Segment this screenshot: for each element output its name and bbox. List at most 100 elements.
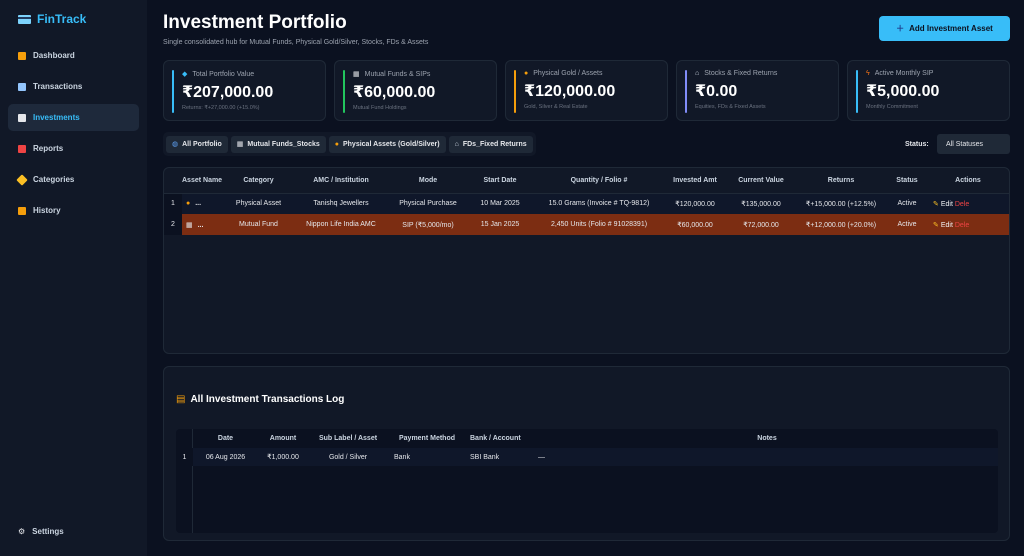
card-accent (685, 70, 687, 113)
card-label: Total Portfolio Value (192, 70, 255, 78)
column-header-date[interactable]: Date (193, 429, 258, 448)
row-index: 1 (164, 193, 182, 214)
tab-physical-assets[interactable]: ● Physical Assets (Gold/Silver) (328, 135, 446, 153)
start-date-cell: 10 Mar 2025 (480, 200, 520, 208)
investments-table: Asset Name Category AMC / Institution Mo… (164, 168, 1009, 235)
sidebar-item-label: History (33, 206, 61, 215)
column-header-payment-method[interactable]: Payment Method (388, 429, 466, 448)
card-label: Mutual Funds & SIPs (364, 70, 431, 78)
column-header-quantity[interactable]: Quantity / Folio # (535, 168, 663, 194)
column-header-notes[interactable]: Notes (536, 429, 998, 448)
edit-button[interactable]: Edit (941, 222, 953, 229)
card-label: Active Monthly SIP (874, 70, 934, 77)
amc-cell: Tanishq Jewellers (313, 200, 369, 208)
edit-button[interactable]: Edit (941, 201, 953, 208)
asset-cell: Gold / Silver (308, 448, 388, 466)
sidebar-item-label: Reports (33, 144, 64, 153)
delete-button[interactable]: Dele (955, 222, 969, 229)
sidebar-item-dashboard[interactable]: Dashboard (8, 42, 139, 69)
category-cell: Mutual Fund (239, 221, 278, 228)
sidebar-item-history[interactable]: History (8, 197, 139, 224)
log-title-text: All Investment Transactions Log (190, 394, 345, 405)
scroll-icon: ▤ (176, 394, 186, 405)
plus-icon: ＋ (896, 24, 905, 33)
column-header-invested[interactable]: Invested Amt (663, 168, 727, 194)
sidebar-item-reports[interactable]: Reports (8, 135, 139, 162)
page-subtitle: Single consolidated hub for Mutual Funds… (163, 39, 429, 46)
column-header-bank[interactable]: Bank / Account (466, 429, 536, 448)
add-investment-button[interactable]: ＋ Add Investment Asset (879, 16, 1010, 41)
card-value: ₹207,000.00 (182, 84, 274, 101)
column-header-amount[interactable]: Amount (258, 429, 308, 448)
coin-icon: ● (186, 200, 191, 208)
column-header-current-value[interactable]: Current Value (727, 168, 795, 194)
sidebar: FinTrack Dashboard Transactions Investme… (0, 0, 147, 556)
row-index: 2 (164, 214, 182, 235)
column-header-status[interactable]: Status (887, 168, 927, 194)
log-title: ▤ All Investment Transactions Log (176, 394, 344, 405)
sidebar-item-transactions[interactable]: Transactions (8, 73, 139, 100)
page-title: Investment Portfolio (163, 12, 347, 33)
log-row[interactable]: 1 06 Aug 2026 ₹1,000.00 Gold / Silver Ba… (176, 448, 998, 466)
globe-icon: ◍ (172, 141, 179, 148)
column-header-returns[interactable]: Returns (795, 168, 887, 194)
amc-cell: Nippon Life India AMC (306, 221, 376, 228)
card-accent (172, 70, 174, 113)
tab-fixed-returns[interactable]: ⌂ FDs_Fixed Returns (448, 135, 533, 153)
sidebar-item-categories[interactable]: Categories (8, 166, 139, 193)
sidebar-item-investments[interactable]: Investments (8, 104, 139, 131)
returns-cell: ₹+15,000.00 (+12.5%) (805, 200, 877, 208)
invested-cell: ₹120,000.00 (675, 200, 715, 208)
column-header (164, 168, 182, 194)
tab-label: FDs_Fixed Returns (462, 140, 527, 148)
card-sub: Mutual Fund Holdings (353, 105, 407, 111)
bank-icon: ⌂ (695, 70, 700, 77)
diamond-icon: ◆ (182, 71, 188, 78)
tab-label: Mutual Funds_Stocks (247, 140, 320, 148)
sidebar-item-label: Transactions (33, 82, 83, 91)
returns-cell: ₹+12,000.00 (+20.0%) (805, 221, 877, 229)
log-table: Date Amount Sub Label / Asset Payment Me… (176, 429, 998, 466)
coin-icon: ● (334, 140, 339, 148)
card-sub: Monthly Commitment (866, 104, 918, 110)
card-label: Physical Gold / Assets (533, 70, 603, 77)
lightning-icon: ϟ (866, 70, 870, 77)
status-filter-select[interactable]: All Statuses (937, 134, 1010, 154)
table-row[interactable]: 2 ▦ ... Mutual Fund Nippon Life India AM… (164, 214, 1009, 235)
tab-mutual-funds[interactable]: ▦ Mutual Funds_Stocks (230, 135, 326, 153)
actions-cell: ✎ Edit Dele (927, 214, 1009, 235)
column-header-start-date[interactable]: Start Date (465, 168, 535, 194)
column-header-amc[interactable]: AMC / Institution (291, 168, 391, 194)
card-value: ₹60,000.00 (353, 84, 436, 101)
bank-cell: SBI Bank (466, 448, 536, 466)
card-monthly-sip: ϟ Active Monthly SIP ₹5,000.00 Monthly Co… (847, 60, 1010, 121)
table-row[interactable]: 1 ● ... Physical Asset Tanishq Jewellers… (164, 193, 1009, 214)
trend-chart-icon: ▦ (353, 71, 360, 78)
sidebar-nav: Dashboard Transactions Investments Repor… (8, 42, 139, 228)
sidebar-item-label: Categories (33, 175, 75, 184)
column-header-sub-label[interactable]: Sub Label / Asset (308, 429, 388, 448)
asset-name-cell: ▦ ... (182, 214, 226, 235)
investments-table-panel: Asset Name Category AMC / Institution Mo… (163, 167, 1010, 354)
gear-icon: ⚙ (18, 527, 26, 536)
sidebar-item-label: Dashboard (33, 51, 75, 60)
category-cell: Physical Asset (235, 200, 282, 208)
delete-button[interactable]: Dele (955, 201, 969, 208)
house-icon (18, 51, 26, 60)
log-header-row: Date Amount Sub Label / Asset Payment Me… (176, 429, 998, 448)
tab-all-portfolio[interactable]: ◍ All Portfolio (166, 135, 228, 153)
status-cell: Active (897, 221, 917, 228)
brand[interactable]: FinTrack (18, 12, 86, 26)
actions-cell: ✎ Edit Dele (927, 193, 1009, 214)
column-header-mode[interactable]: Mode (391, 168, 465, 194)
trend-chart-icon (18, 113, 26, 122)
bar-chart-icon (18, 144, 26, 153)
status-filter-label: Status: (905, 141, 929, 148)
column-header-category[interactable]: Category (226, 168, 291, 194)
asset-name: ... (197, 221, 204, 229)
sidebar-item-settings[interactable]: ⚙ Settings (18, 527, 64, 536)
add-investment-label: Add Investment Asset (909, 24, 993, 33)
bank-icon: ⌂ (454, 140, 459, 148)
column-header-asset-name[interactable]: Asset Name (182, 168, 226, 194)
tab-label: Physical Assets (Gold/Silver) (342, 140, 440, 148)
